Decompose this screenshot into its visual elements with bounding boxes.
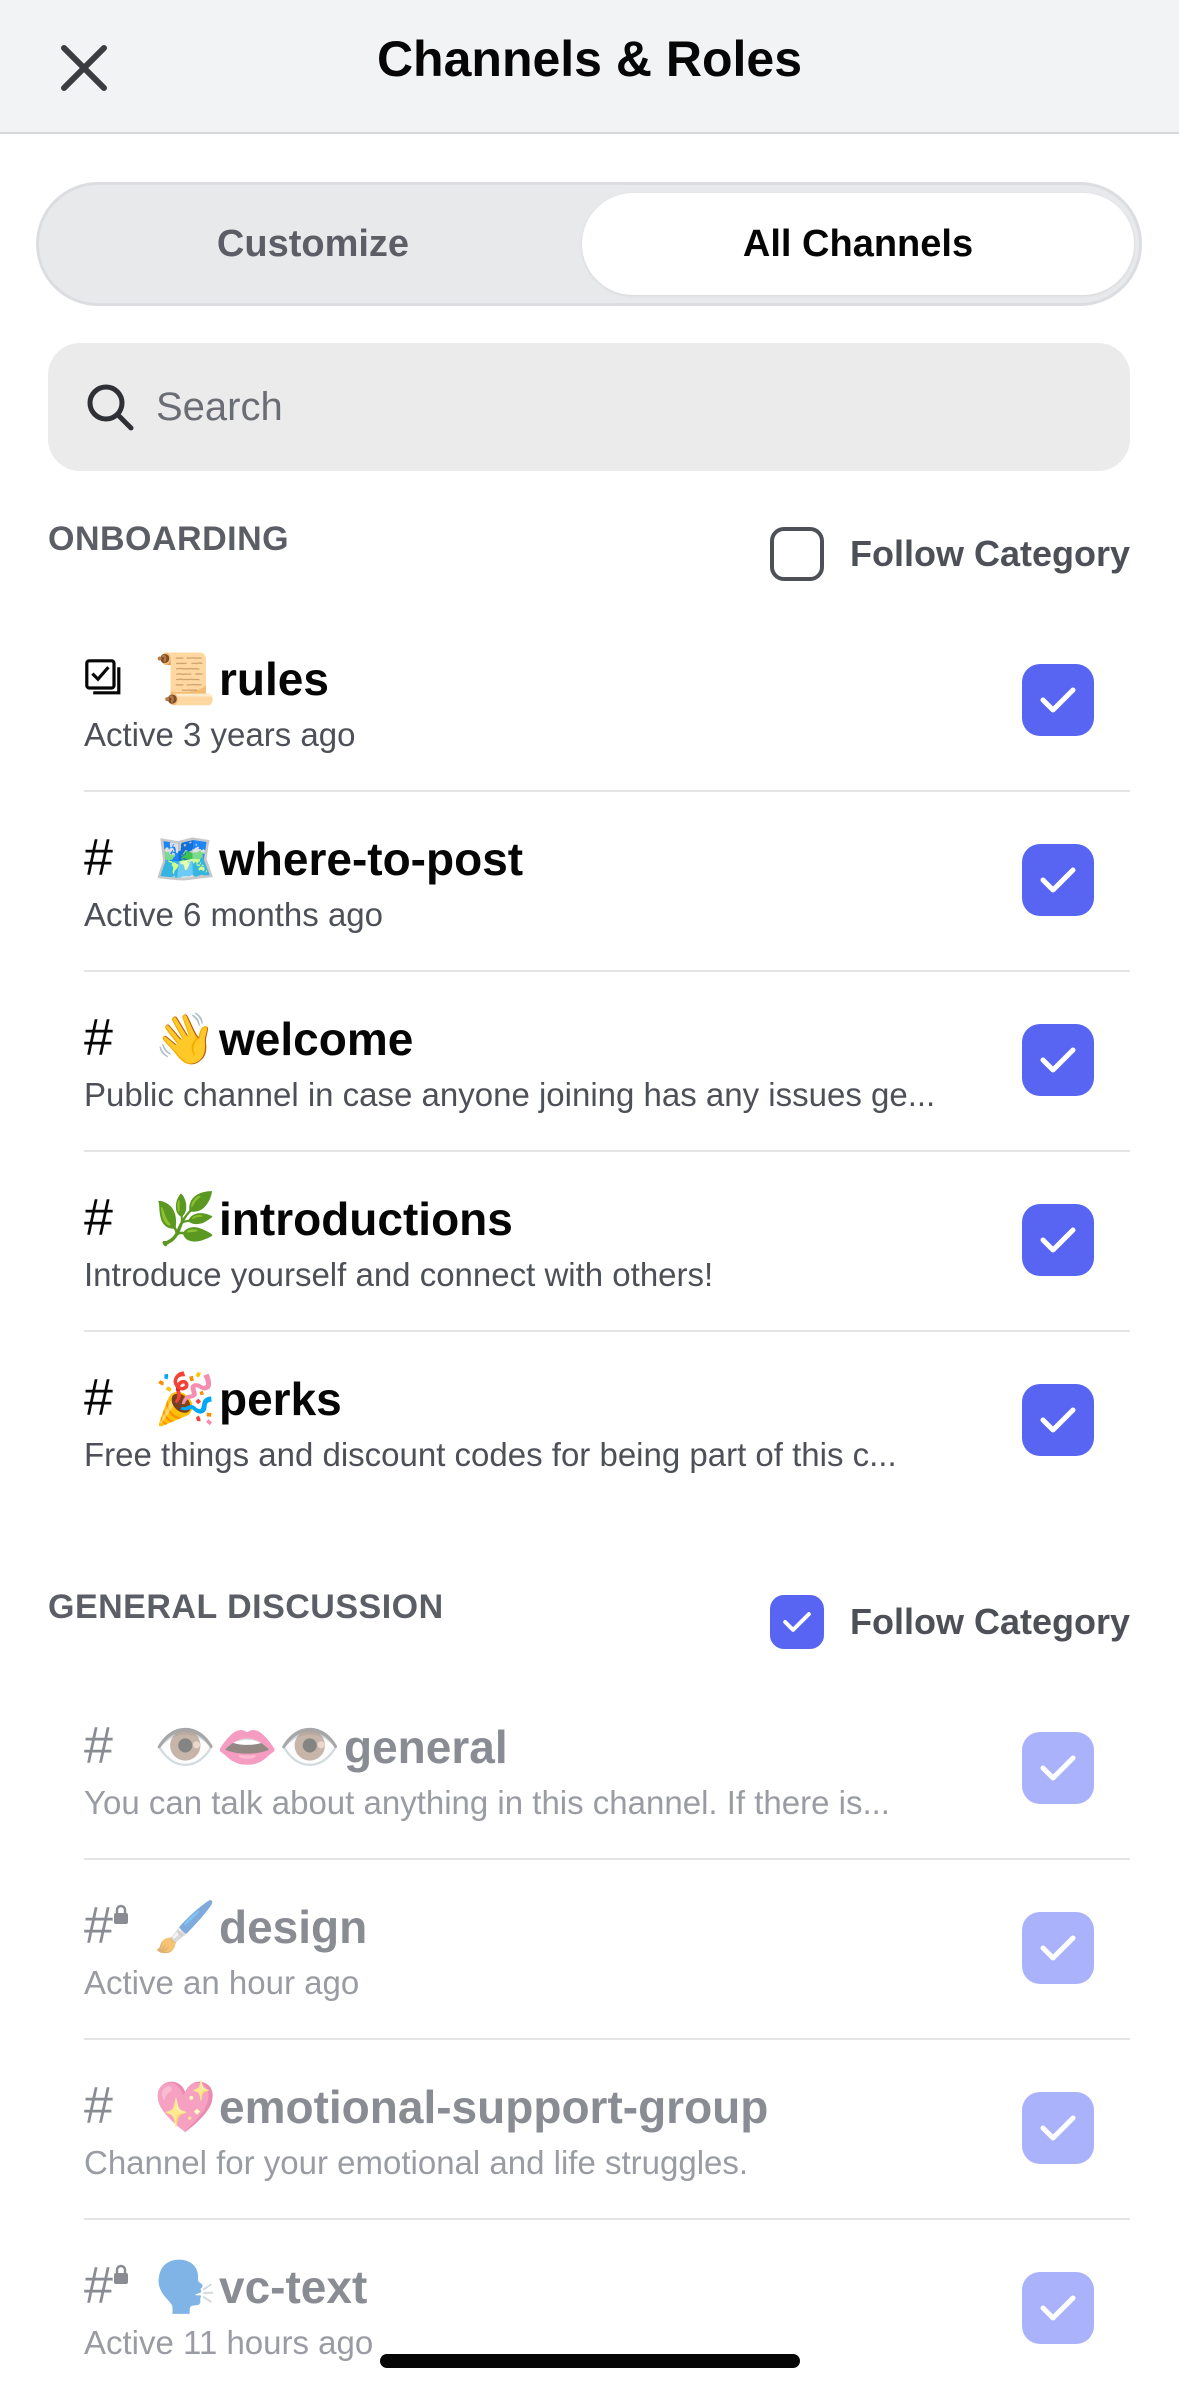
checkmark-icon — [1040, 1935, 1076, 1961]
party-popper-emoji-icon: 🎉 — [154, 1371, 217, 1427]
channel-subtitle: Introduce yourself and connect with othe… — [84, 1256, 714, 1293]
category-header-general-discussion: GENERAL DISCUSSION Follow Category — [48, 1588, 1130, 1649]
lock-icon — [114, 2264, 128, 2284]
tab-switcher: Customize All Channels — [36, 182, 1142, 306]
channel-name: where-to-post — [219, 833, 524, 885]
channel-checkbox[interactable] — [1022, 1384, 1094, 1456]
eyes-mouth-emoji-icon: 👁️👄👁️ — [154, 1719, 341, 1775]
category-header-onboarding: ONBOARDING Follow Category — [48, 520, 1130, 581]
channel-subtitle: Channel for your emotional and life stru… — [84, 2144, 749, 2181]
channel-checkbox[interactable] — [1022, 844, 1094, 916]
category-title: ONBOARDING — [48, 520, 290, 558]
tab-customize[interactable]: Customize — [49, 193, 577, 295]
waving-hand-emoji-icon: 👋 — [154, 1011, 217, 1067]
channel-row-welcome[interactable]: # 👋 welcome Public channel in case anyon… — [84, 972, 1130, 1152]
hashtag-icon: # — [84, 1717, 113, 1775]
channel-subtitle: Public channel in case anyone joining ha… — [84, 1076, 936, 1113]
hashtag-icon: # — [84, 1189, 113, 1247]
checkmark-icon — [1040, 2295, 1076, 2321]
channel-subtitle: Free things and discount codes for being… — [84, 1436, 897, 1473]
search-icon — [87, 384, 134, 431]
herb-emoji-icon: 🌿 — [154, 1191, 217, 1247]
checkmark-icon — [1040, 1755, 1076, 1781]
channel-row-vc-text[interactable]: # 🗣️ vc-text Active 11 hours ago — [84, 2220, 1130, 2396]
channel-row-perks[interactable]: # 🎉 perks Free things and discount codes… — [84, 1332, 1130, 1512]
channel-checkbox[interactable] — [1022, 1912, 1094, 1984]
channel-checkbox[interactable] — [1022, 2272, 1094, 2344]
search-input[interactable] — [156, 373, 1056, 441]
channel-subtitle: Active 6 months ago — [84, 896, 383, 933]
channel-row-rules[interactable]: 📜 rules Active 3 years ago — [84, 612, 1130, 792]
channel-name: general — [344, 1721, 508, 1773]
rules-channel-icon — [85, 659, 121, 695]
channel-checkbox[interactable] — [1022, 1024, 1094, 1096]
channel-name: design — [219, 1901, 368, 1953]
follow-category-toggle[interactable]: Follow Category — [769, 1592, 1130, 1652]
hashtag-icon: # — [84, 1369, 113, 1427]
checkbox-unchecked-icon[interactable] — [769, 527, 824, 581]
category-title: GENERAL DISCUSSION — [48, 1588, 444, 1626]
channel-subtitle: You can talk about anything in this chan… — [84, 1784, 890, 1821]
checkmark-icon — [783, 1612, 811, 1632]
scroll-emoji-icon: 📜 — [154, 651, 217, 707]
follow-category-toggle[interactable]: Follow Category — [769, 524, 1130, 584]
channel-subtitle: Active an hour ago — [84, 1964, 360, 2001]
channel-row-emotional-support-group[interactable]: # 💖 emotional-support-group Channel for … — [84, 2040, 1130, 2220]
checkmark-icon — [1040, 1227, 1076, 1253]
checkmark-icon — [1040, 2115, 1076, 2141]
channel-name: introductions — [219, 1193, 513, 1245]
channel-row-introductions[interactable]: # 🌿 introductions Introduce yourself and… — [84, 1152, 1130, 1332]
checkmark-icon — [1040, 867, 1076, 893]
tab-all-channels[interactable]: All Channels — [582, 193, 1134, 295]
channel-name: vc-text — [219, 2261, 368, 2313]
search-bar — [48, 343, 1130, 471]
follow-category-label: Follow Category — [849, 1601, 1130, 1642]
checkbox-checked-icon[interactable] — [769, 1595, 824, 1649]
map-emoji-icon: 🗺️ — [154, 831, 217, 887]
hashtag-icon: # — [84, 2077, 113, 2135]
sparkling-heart-emoji-icon: 💖 — [154, 2079, 217, 2135]
home-indicator[interactable] — [380, 2354, 800, 2368]
channel-name: rules — [219, 653, 329, 705]
paintbrush-emoji-icon: 🖌️ — [154, 1899, 217, 1955]
checkmark-icon — [1040, 687, 1076, 713]
channel-checkbox[interactable] — [1022, 664, 1094, 736]
channel-checkbox[interactable] — [1022, 1204, 1094, 1276]
channel-name: welcome — [219, 1013, 414, 1065]
hashtag-icon: # — [84, 1009, 113, 1067]
channel-checkbox[interactable] — [1022, 2092, 1094, 2164]
channel-row-where-to-post[interactable]: # 🗺️ where-to-post Active 6 months ago — [84, 792, 1130, 972]
channel-name: perks — [219, 1373, 342, 1425]
hashtag-icon: # — [84, 829, 113, 887]
checkmark-icon — [1040, 1407, 1076, 1433]
channel-row-general[interactable]: # 👁️👄👁️ general You can talk about anyth… — [84, 1680, 1130, 1860]
channel-subtitle: Active 3 years ago — [84, 716, 356, 753]
follow-category-label: Follow Category — [849, 533, 1130, 574]
speaking-head-emoji-icon: 🗣️ — [154, 2259, 217, 2315]
header-bar: Channels & Roles — [0, 0, 1179, 134]
channel-name: emotional-support-group — [219, 2081, 769, 2133]
page-title: Channels & Roles — [376, 31, 803, 87]
channel-checkbox[interactable] — [1022, 1732, 1094, 1804]
channel-row-design[interactable]: # 🖌️ design Active an hour ago — [84, 1860, 1130, 2040]
checkmark-icon — [1040, 1047, 1076, 1073]
lock-icon — [114, 1904, 128, 1924]
